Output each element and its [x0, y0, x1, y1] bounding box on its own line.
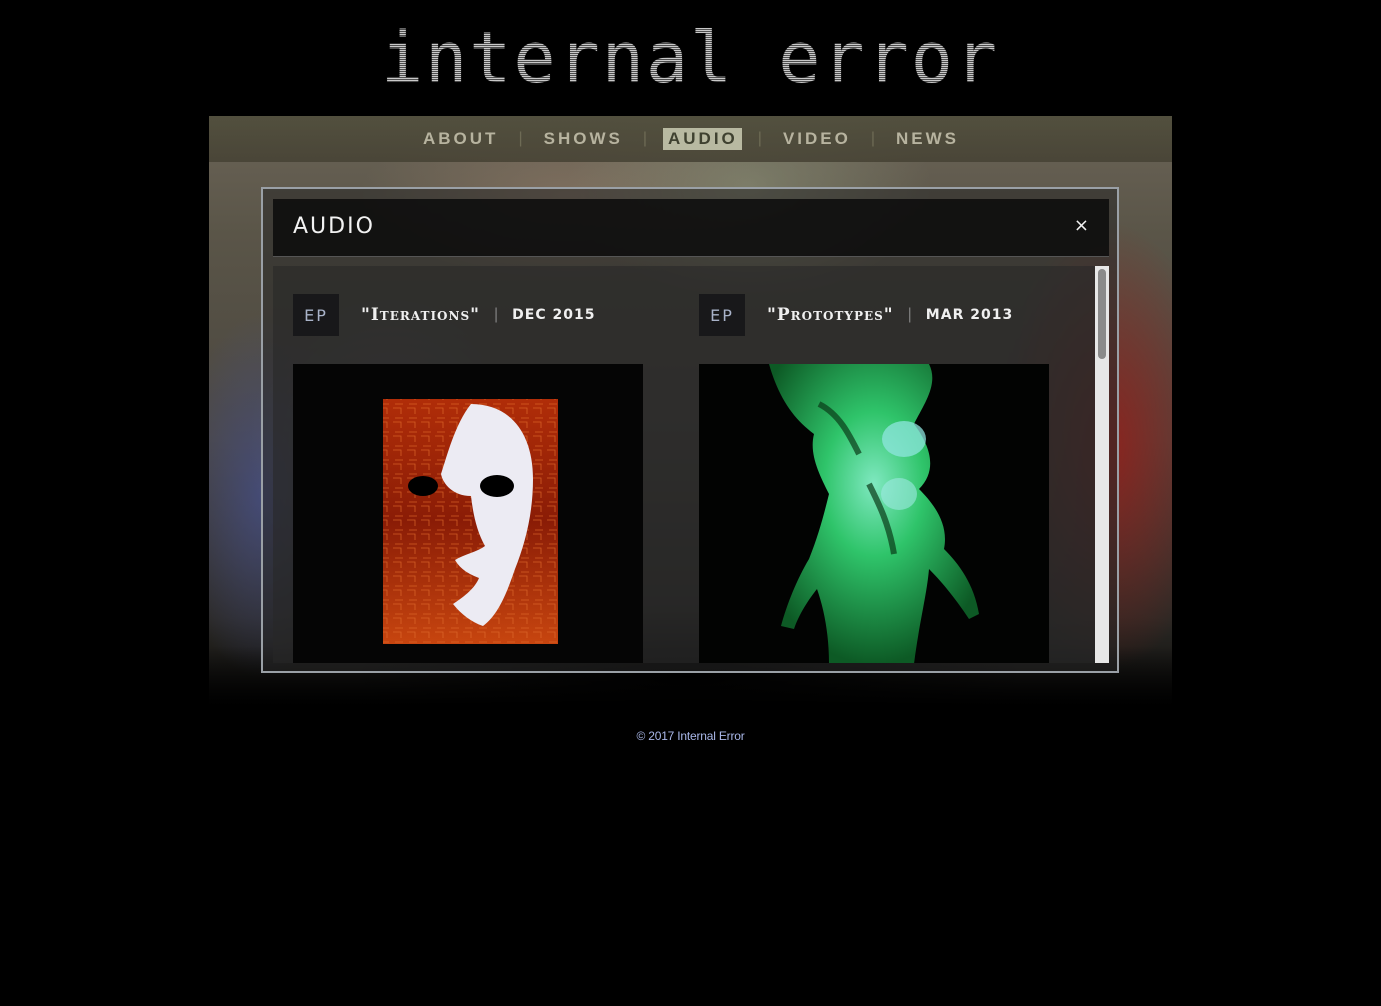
nav-item-news[interactable]: NEWS — [891, 128, 963, 150]
release-header: EP "Prototypes" | MAR 2013 — [699, 294, 1049, 336]
release-type-badge: EP — [293, 294, 339, 336]
release-separator: | — [494, 306, 499, 323]
green-figure-cover-art-svg — [699, 364, 1049, 663]
main-navigation: ABOUT | SHOWS | AUDIO | VIDEO | NEWS — [209, 116, 1172, 162]
release-separator: | — [907, 306, 912, 323]
logo-text: internal error — [381, 17, 1000, 99]
release-title: "Prototypes" — [767, 305, 894, 325]
release-header: EP "Iterations" | DEC 2015 — [293, 294, 643, 336]
release-type-badge: EP — [699, 294, 745, 336]
nav-item-video[interactable]: VIDEO — [778, 128, 855, 150]
release-item: EP "Iterations" | DEC 2015 — [293, 294, 643, 663]
mask-face-cover-art-svg — [293, 364, 643, 663]
green-figure-cover-art-icon[interactable] — [699, 364, 1049, 663]
release-date: DEC 2015 — [512, 307, 596, 323]
nav-separator: | — [518, 130, 523, 147]
release-title: "Iterations" — [361, 305, 480, 325]
page: internal error ABOUT | SHOWS | AUDIO | V… — [0, 0, 1381, 1006]
release-item: EP "Prototypes" | MAR 2013 — [699, 294, 1049, 663]
footer-copyright: © 2017 Internal Error — [636, 729, 745, 743]
nav-item-audio[interactable]: AUDIO — [663, 128, 742, 150]
nav-item-about[interactable]: ABOUT — [418, 128, 502, 150]
scrollbar-thumb[interactable] — [1098, 269, 1106, 359]
modal-title: AUDIO — [293, 214, 375, 239]
modal-scrollbar[interactable] — [1095, 266, 1109, 663]
close-button[interactable]: × — [1074, 215, 1089, 236]
modal-body[interactable]: EP "Iterations" | DEC 2015 EP "Prototype… — [273, 266, 1109, 663]
nav-separator: | — [642, 130, 647, 147]
nav-separator: | — [870, 130, 875, 147]
release-date: MAR 2013 — [925, 307, 1014, 323]
nav-separator: | — [757, 130, 762, 147]
site-logo[interactable]: internal error — [381, 18, 997, 98]
mask-face-cover-art-icon[interactable] — [293, 364, 643, 663]
modal-header: AUDIO × — [273, 199, 1109, 257]
nav-item-shows[interactable]: SHOWS — [539, 128, 627, 150]
audio-modal: AUDIO × EP "Iterations" | DEC 2015 EP "P… — [261, 187, 1119, 673]
